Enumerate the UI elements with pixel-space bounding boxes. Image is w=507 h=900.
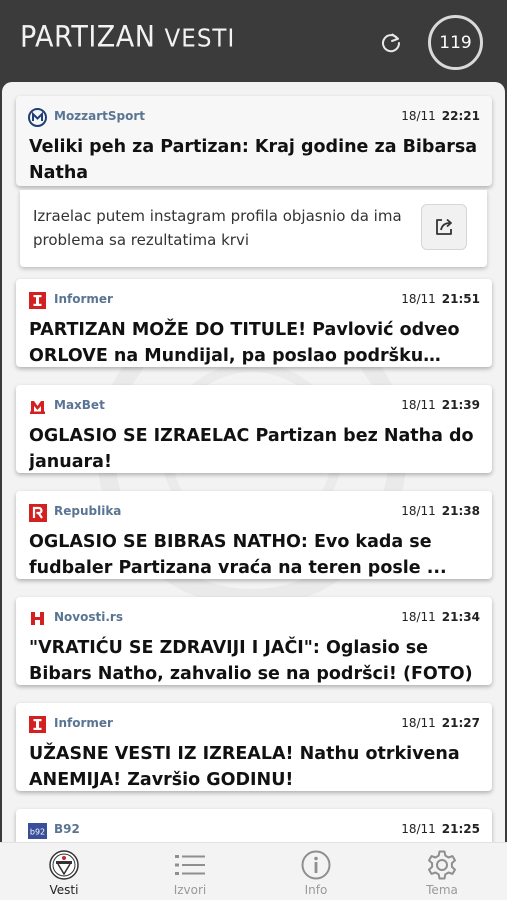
brand-sub: VESTI bbox=[164, 25, 236, 54]
share-icon bbox=[436, 218, 452, 235]
article-datetime: 18/11 21:27 bbox=[401, 716, 480, 730]
informer-logo-icon bbox=[28, 291, 47, 310]
article-time: 21:38 bbox=[441, 504, 480, 518]
article-detail-panel: Izraelac putem instagram profila objasni… bbox=[20, 190, 487, 267]
article-title: OGLASIO SE BIBRAS NATHO: Evo kada se fud… bbox=[29, 532, 447, 578]
article-date: 18/11 bbox=[401, 398, 436, 412]
article-time: 21:51 bbox=[441, 292, 480, 306]
nav-tab-vesti[interactable]: Vesti bbox=[1, 843, 127, 900]
refresh-icon bbox=[382, 33, 401, 53]
news-card[interactable]: Informer 18/11 21:51 PARTIZAN MOŽE DO TIT… bbox=[16, 279, 492, 367]
article-time: 21:27 bbox=[441, 716, 480, 730]
source-name: Informer bbox=[54, 292, 113, 306]
source-name: Informer bbox=[54, 716, 113, 730]
article-time: 21:39 bbox=[441, 398, 480, 412]
article-datetime: 18/11 21:25 bbox=[401, 822, 480, 836]
news-card[interactable]: b92 B92 18/11 21:25 bbox=[16, 809, 492, 842]
source-name: MozzartSport bbox=[54, 109, 146, 123]
article-time: 21:25 bbox=[441, 822, 480, 836]
article-title: OGLASIO SE IZRAELAC Partizan bez Natha d… bbox=[29, 426, 474, 472]
list-icon bbox=[174, 849, 206, 881]
article-date: 18/11 bbox=[401, 822, 436, 836]
partizan-crest-icon bbox=[48, 849, 80, 881]
article-date: 18/11 bbox=[401, 109, 436, 123]
info-icon bbox=[300, 849, 332, 881]
nav-tab-info[interactable]: Info bbox=[253, 843, 379, 900]
article-date: 18/11 bbox=[401, 504, 436, 518]
article-time: 22:21 bbox=[441, 109, 480, 123]
informer-logo-icon bbox=[28, 715, 47, 734]
maxbet-logo-icon bbox=[28, 397, 47, 416]
nav-tab-izvori[interactable]: Izvori bbox=[127, 843, 253, 900]
news-card[interactable]: Novosti.rs 18/11 21:34 "VRATIĆU SE ZDRAVI… bbox=[16, 597, 492, 685]
app-logo: PARTIZAN VESTI bbox=[20, 21, 235, 54]
republika-logo-icon bbox=[28, 503, 47, 522]
article-datetime: 18/11 21:51 bbox=[401, 292, 480, 306]
gear-icon bbox=[426, 849, 458, 881]
article-date: 18/11 bbox=[401, 716, 436, 730]
article-datetime: 18/11 21:34 bbox=[401, 610, 480, 624]
nav-label: Izvori bbox=[173, 883, 207, 897]
news-card[interactable]: Informer 18/11 21:27 UŽASNE VESTI IZ IZRE… bbox=[16, 703, 492, 791]
brand-main: PARTIZAN bbox=[20, 20, 156, 55]
article-datetime: 18/11 21:39 bbox=[401, 398, 480, 412]
source-name: Novosti.rs bbox=[54, 610, 123, 624]
b92-logo-icon: b92 bbox=[28, 821, 47, 840]
mozzartsport-logo-icon bbox=[28, 108, 47, 127]
article-summary: Izraelac putem instagram profila objasni… bbox=[33, 207, 402, 249]
article-title: UŽASNE VESTI IZ IZREALA! Nathu otrkivena… bbox=[29, 744, 460, 790]
share-button[interactable] bbox=[421, 204, 467, 250]
news-card[interactable]: MaxBet 18/11 21:39 OGLASIO SE IZRAELAC Pa… bbox=[16, 385, 492, 473]
unread-count-badge[interactable]: 119 bbox=[428, 15, 483, 70]
nav-label: Tema bbox=[426, 883, 458, 897]
nav-tab-tema[interactable]: Tema bbox=[379, 843, 505, 900]
article-title: PARTIZAN MOŽE DO TITULE! Pavlović odveo … bbox=[29, 320, 460, 366]
article-date: 18/11 bbox=[401, 292, 436, 306]
app-header: PARTIZAN VESTI 119 bbox=[0, 0, 507, 84]
svg-text:b92: b92 bbox=[30, 827, 45, 836]
news-card[interactable]: Republika 18/11 21:38 OGLASIO SE BIBRAS N… bbox=[16, 491, 492, 579]
novosti-logo-icon bbox=[28, 609, 47, 628]
article-time: 21:34 bbox=[441, 610, 480, 624]
source-name: B92 bbox=[54, 822, 80, 836]
news-card-expanded[interactable]: MozzartSport 18/11 22:21 Veliki peh za Pa… bbox=[16, 96, 492, 186]
article-datetime: 18/11 21:38 bbox=[401, 504, 480, 518]
article-title: "VRATIĆU SE ZDRAVIJI I JAČI": Oglasio se… bbox=[29, 638, 473, 684]
nav-label: Info bbox=[304, 883, 328, 897]
article-date: 18/11 bbox=[401, 610, 436, 624]
source-name: MaxBet bbox=[54, 398, 105, 412]
source-name: Republika bbox=[54, 504, 122, 518]
article-datetime: 18/11 22:21 bbox=[401, 109, 480, 123]
nav-label: Vesti bbox=[49, 883, 79, 897]
article-title: Veliki peh za Partizan: Kraj godine za B… bbox=[29, 137, 478, 183]
news-feed[interactable]: MozzartSport 18/11 22:21 Veliki peh za Pa… bbox=[2, 82, 505, 842]
refresh-button[interactable] bbox=[372, 24, 410, 62]
bottom-navigation: Vesti Izvori Info Tema bbox=[0, 842, 507, 900]
